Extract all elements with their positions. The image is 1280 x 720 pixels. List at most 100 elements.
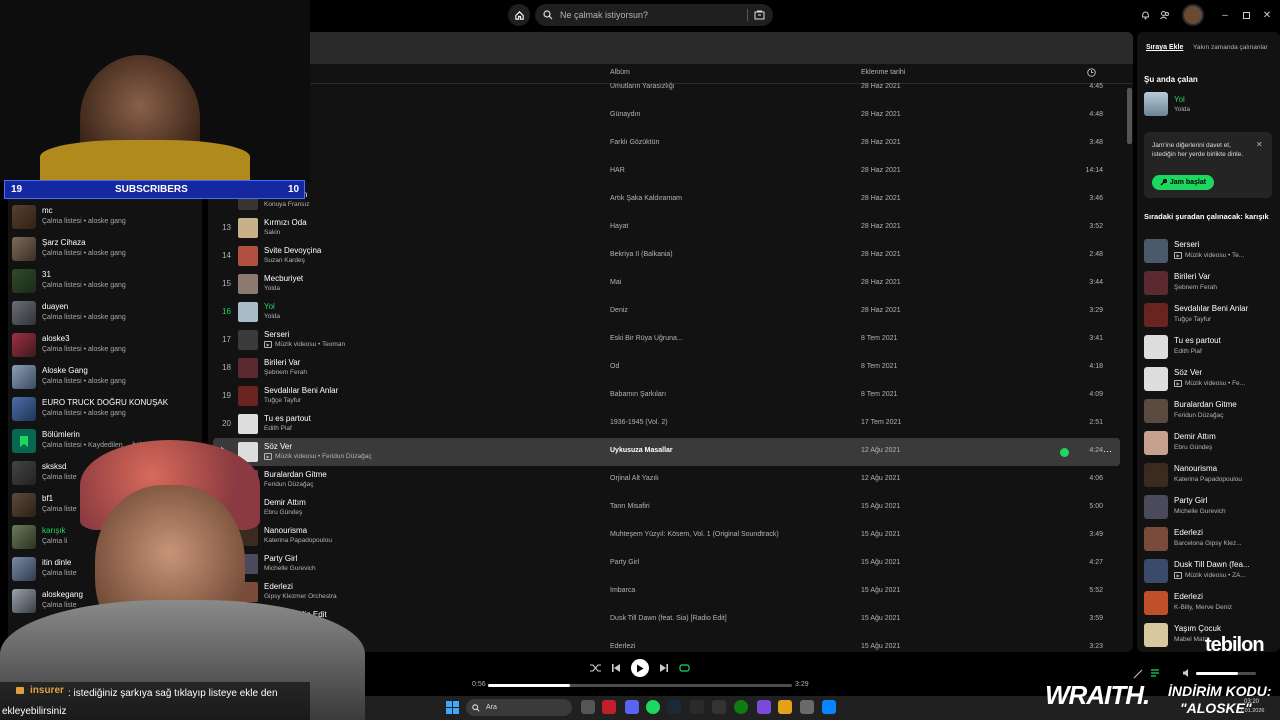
discord-icon[interactable] [625, 700, 639, 714]
app-icon[interactable] [712, 700, 726, 714]
track-album[interactable]: Tanrı Misafiri [610, 503, 650, 510]
track-row[interactable]: KuanHAR28 Haz 202114:14 [213, 158, 1120, 186]
next-icon[interactable] [659, 663, 669, 673]
track-album[interactable]: Umutların Yarasızlığı [610, 83, 675, 90]
track-artist[interactable]: Müzik videosu • Teoman [275, 341, 345, 348]
queue-item-artist[interactable]: Feridun Düzağaç [1174, 412, 1224, 419]
track-row[interactable]: ktünFarklı Gözüktün28 Haz 20213:48 [213, 130, 1120, 158]
queue-item-artist[interactable]: Katerina Papadopoulou [1174, 476, 1242, 483]
track-album[interactable]: Deniz [610, 307, 628, 314]
queue-item[interactable]: Ederlezi Barcelona Gipsy Klez... [1144, 525, 1278, 555]
more-options-icon[interactable]: ⋯ [1103, 446, 1112, 457]
repeat-icon[interactable] [679, 663, 690, 673]
track-row[interactable]: 15 Mecburiyet Yolda Mai 28 Haz 2021 3:44 [213, 270, 1120, 298]
home-button[interactable] [508, 4, 530, 26]
track-album[interactable]: Hayat [610, 223, 628, 230]
windows-start-icon[interactable] [446, 701, 459, 714]
close-icon[interactable]: ✕ [1261, 9, 1273, 21]
queue-item-artist[interactable]: Barcelona Gipsy Klez... [1174, 540, 1242, 547]
minimize-icon[interactable]: – [1219, 9, 1231, 21]
jam-start-button[interactable]: Jam başlat [1152, 175, 1214, 190]
tab-queue[interactable]: Sıraya Ekle [1146, 44, 1183, 51]
queue-item-title[interactable]: Söz Ver [1174, 368, 1202, 377]
queue-item-title[interactable]: Nanourisma [1174, 464, 1217, 473]
now-playing-title[interactable]: Yol [1174, 95, 1185, 104]
volume-slider[interactable] [1196, 672, 1256, 675]
track-artist[interactable]: Şebnem Ferah [264, 369, 307, 376]
queue-item[interactable]: Demir Attım Ebru Gündeş [1144, 429, 1278, 459]
track-title[interactable]: Kırmızı Oda [264, 218, 307, 227]
queue-item-artist[interactable]: Müzik videosu • Te... [1185, 252, 1244, 259]
copilot-icon[interactable] [757, 700, 771, 714]
track-album[interactable]: Farklı Gözüktün [610, 139, 659, 146]
spotify-icon[interactable] [646, 700, 660, 714]
maximize-icon[interactable] [1240, 9, 1252, 21]
queue-item[interactable]: Tu es partout Edith Piaf [1144, 333, 1278, 363]
track-album[interactable]: 1936-1945 (Vol. 2) [610, 419, 668, 426]
search-bar[interactable]: Ne çalmak istiyorsun? [535, 4, 773, 26]
saved-check-icon[interactable] [1060, 448, 1069, 457]
queue-item-artist[interactable]: Mabel Matiz [1174, 636, 1209, 643]
browse-icon[interactable] [754, 10, 765, 20]
track-artist[interactable]: Suzan Kardeş [264, 257, 305, 264]
user-avatar[interactable] [1182, 4, 1204, 26]
queue-item[interactable]: Serseri ▶ Müzik videosu • Te... [1144, 237, 1278, 267]
track-row[interactable]: 14 Svite Devoyçina Suzan Kardeş Bekriya II … [213, 242, 1120, 270]
sidebar-item-aloske3[interactable]: aloske3 Çalma listesi • aloske gang [12, 332, 200, 362]
previous-icon[interactable] [611, 663, 621, 673]
queue-item[interactable]: Nanourisma Katerina Papadopoulou [1144, 461, 1278, 491]
queue-item[interactable]: Party Girl Michelle Gurevich [1144, 493, 1278, 523]
track-artist[interactable]: Sakin [264, 229, 280, 236]
queue-item-artist[interactable]: Edith Piaf [1174, 348, 1202, 355]
now-playing-view-icon[interactable] [1133, 669, 1143, 679]
track-title[interactable]: Mecburiyet [264, 274, 303, 283]
queue-item-artist[interactable]: Müzik videosu • ZA... [1185, 572, 1246, 579]
tab-recently-played[interactable]: Yakın zamanda çalınanlar [1193, 44, 1268, 51]
track-row[interactable]: Günaydın 28 Haz 2021 4:48 [213, 102, 1120, 130]
track-row[interactable]: KatilUmutların Yarasızlığı28 Haz 20214:4… [213, 74, 1120, 102]
queue-item-artist[interactable]: K-Billy, Merve Deniz [1174, 604, 1232, 611]
volume-icon[interactable] [1182, 668, 1192, 678]
track-album[interactable]: Uykusuza Masallar [610, 447, 673, 454]
track-artist[interactable]: Konuya Fransız [264, 201, 310, 208]
play-button[interactable] [631, 659, 649, 677]
track-title[interactable]: Tu es partout [264, 414, 311, 423]
track-artist[interactable]: Tuğçe Tayfur [264, 397, 301, 404]
queue-item-title[interactable]: Ederlezi [1174, 592, 1203, 601]
queue-item-title[interactable]: Yaşım Çocuk [1174, 624, 1221, 633]
queue-icon[interactable] [1150, 668, 1160, 678]
sidebar-item-duayen[interactable]: duayen Çalma listesi • aloske gang [12, 300, 200, 330]
queue-item-title[interactable]: Dusk Till Dawn (fea... [1174, 560, 1250, 569]
queue-item[interactable]: Söz Ver ▶ Müzik videosu • Fe... [1144, 365, 1278, 395]
track-row[interactable]: 18 Birileri Var Şebnem Ferah Od 8 Tem 2021 4:… [213, 354, 1120, 382]
queue-item[interactable]: Dusk Till Dawn (fea... ▶ Müzik videosu • Z… [1144, 557, 1278, 587]
task-view-icon[interactable] [581, 700, 595, 714]
track-row[interactable]: 17 Serseri ▶ Müzik videosu • Teoman Eski Bir… [213, 326, 1120, 354]
taskbar-search[interactable]: Ara [466, 699, 572, 716]
queue-item-title[interactable]: Birileri Var [1174, 272, 1210, 281]
track-album[interactable]: HAR [610, 167, 625, 174]
opera-icon[interactable] [602, 700, 616, 714]
track-artist[interactable]: Yolda [264, 285, 280, 292]
queue-item-title[interactable]: Demir Attım [1174, 432, 1216, 441]
track-title[interactable]: Svite Devoyçina [264, 246, 321, 255]
track-album[interactable]: Mai [610, 279, 621, 286]
sidebar-item-mc[interactable]: mc Çalma listesi • aloske gang [12, 204, 200, 234]
search-input[interactable]: Ne çalmak istiyorsun? [560, 10, 747, 20]
queue-item-artist[interactable]: Michelle Gurevich [1174, 508, 1226, 515]
friends-icon[interactable] [1159, 9, 1171, 21]
queue-item-title[interactable]: Party Girl [1174, 496, 1207, 505]
track-title[interactable]: Yol [264, 302, 275, 311]
app-icon[interactable] [800, 700, 814, 714]
track-album[interactable]: Muhteşem Yüzyıl: Kösem, Vol. 1 (Original… [610, 531, 779, 538]
track-album[interactable]: Orjinal Alt Yazılı [610, 475, 659, 482]
track-album[interactable]: Dusk Till Dawn (feat. Sia) [Radio Edit] [610, 615, 727, 622]
sidebar-item-31[interactable]: 31 Çalma listesi • aloske gang [12, 268, 200, 298]
xbox-icon[interactable] [734, 700, 748, 714]
track-album[interactable]: Ederlezi [610, 643, 635, 650]
track-row[interactable]: KaldıramamKonuya FransızArtık Şaka Kaldı… [213, 186, 1120, 214]
track-title[interactable]: Birileri Var [264, 358, 300, 367]
track-album[interactable]: Od [610, 363, 619, 370]
progress-bar[interactable] [488, 684, 792, 687]
queue-item-title[interactable]: Buralardan Gitme [1174, 400, 1237, 409]
